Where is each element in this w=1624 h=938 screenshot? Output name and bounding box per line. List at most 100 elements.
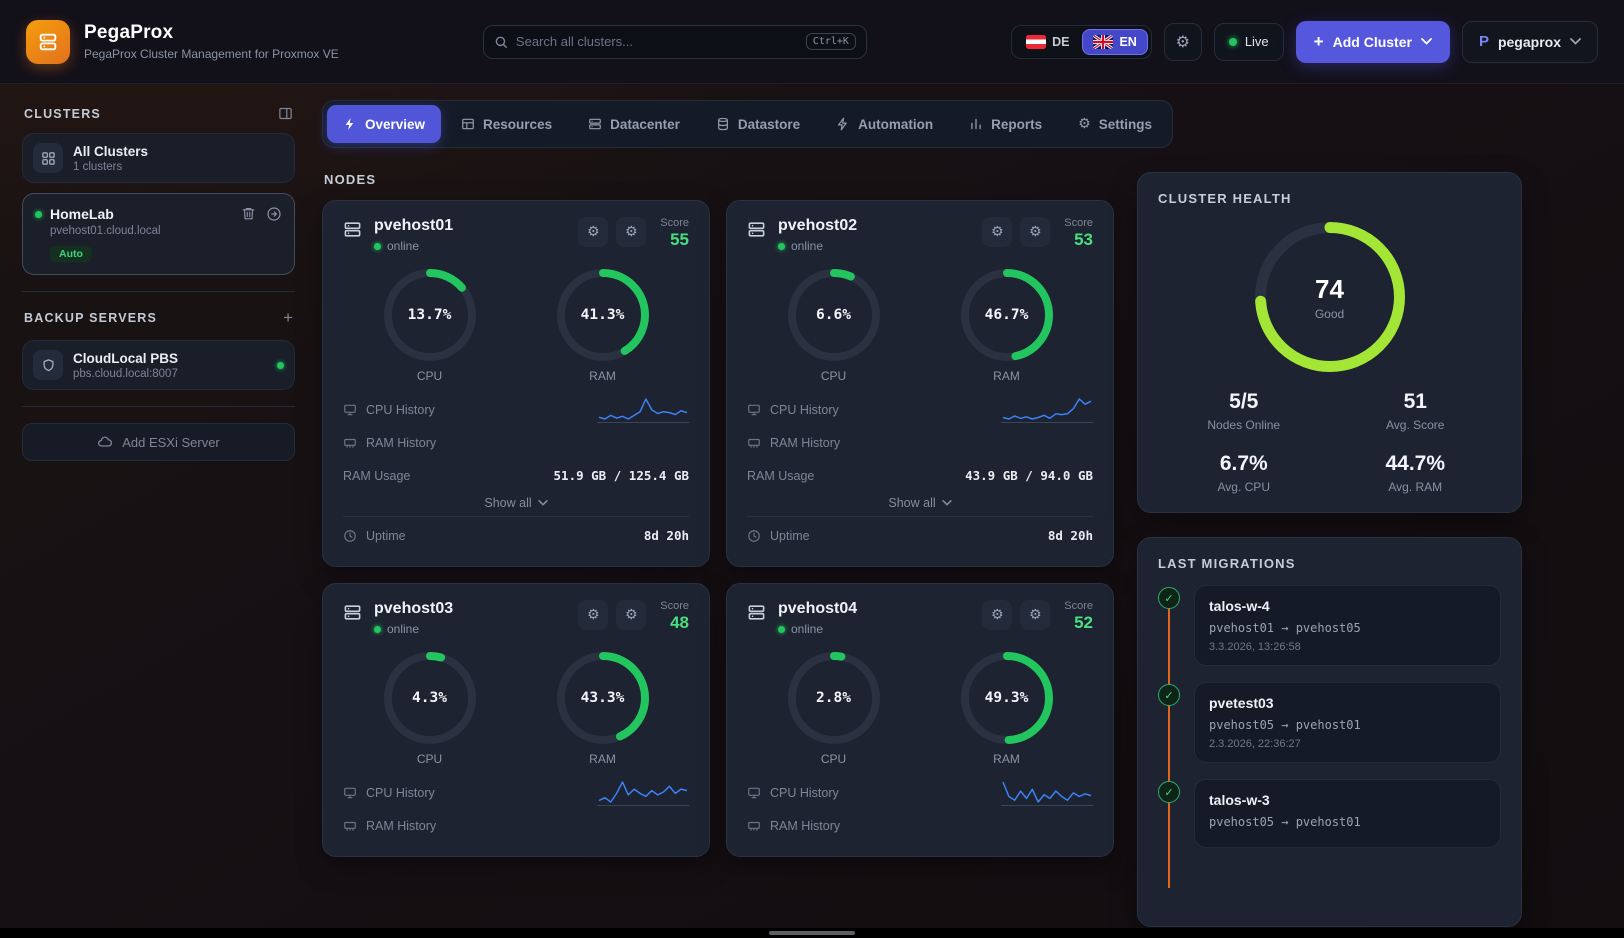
server-icon <box>747 220 766 239</box>
gear-icon: ⚙ <box>1078 117 1091 131</box>
ram-usage-label: RAM Usage <box>747 469 814 483</box>
tab-datastore[interactable]: Datastore <box>700 105 816 143</box>
header-settings-button[interactable]: ⚙ <box>1164 23 1202 61</box>
main-tabs: Overview Resources Datacenter Datastore … <box>322 100 1173 148</box>
memory-icon <box>343 436 357 450</box>
user-menu-button[interactable]: P pegaprox <box>1462 21 1598 63</box>
brand: PegaProx PegaProx Cluster Management for… <box>26 20 339 64</box>
nodes-section-title: NODES <box>324 172 1114 187</box>
sidebar-item-all-clusters[interactable]: All Clusters 1 clusters <box>22 133 295 183</box>
uptime-value: 8d 20h <box>644 528 689 543</box>
stat-label: Avg. RAM <box>1330 480 1502 494</box>
cluster-health-card: CLUSTER HEALTH 74 Good 5/5Nodes Online 5… <box>1137 172 1522 513</box>
arrow-circle-right-icon <box>266 206 282 222</box>
check-circle-icon: ✓ <box>1158 781 1180 803</box>
tab-reports[interactable]: Reports <box>953 105 1058 143</box>
node-card-pvehost04: pvehost04 online ⚙ ⚙ Score 52 <box>726 583 1114 857</box>
score-label: Score <box>660 217 689 229</box>
lightning-icon <box>836 117 850 131</box>
gear-icon: ⚙ <box>1029 225 1042 239</box>
all-clusters-title: All Clusters <box>73 144 148 159</box>
lang-de-button[interactable]: DE <box>1015 29 1080 55</box>
health-score: 74 <box>1315 274 1344 305</box>
delete-cluster-button[interactable] <box>241 206 256 222</box>
cpu-history-label: CPU History <box>366 786 435 800</box>
uptime-value: 8d 20h <box>1048 528 1093 543</box>
app-subtitle: PegaProx Cluster Management for Proxmox … <box>84 47 339 61</box>
backup-name: CloudLocal PBS <box>73 351 178 366</box>
stat-label: Nodes Online <box>1158 418 1330 432</box>
show-all-toggle[interactable]: Show all <box>888 496 951 510</box>
cpu-gauge-label: CPU <box>788 752 880 766</box>
monitor-icon <box>343 786 357 800</box>
tab-overview[interactable]: Overview <box>327 105 441 143</box>
bottom-strip <box>0 928 1624 938</box>
add-backup-server-button[interactable]: + <box>283 308 293 328</box>
sidebar-item-cluster-homelab[interactable]: HomeLab pvehost01.cloud.local Auto <box>22 193 295 275</box>
cpu-gauge-label: CPU <box>384 369 476 383</box>
add-cluster-button[interactable]: + Add Cluster <box>1296 21 1450 63</box>
gear-icon: ⚙ <box>587 608 600 622</box>
node-settings-button[interactable]: ⚙ <box>982 217 1012 247</box>
migration-vm-name: pvetest03 <box>1209 695 1486 711</box>
app-title: PegaProx <box>84 22 339 44</box>
cloud-icon <box>97 434 113 450</box>
global-search[interactable]: Ctrl+K <box>483 25 867 59</box>
database-icon <box>716 117 730 131</box>
cpu-gauge-value: 6.6% <box>788 269 880 361</box>
node-config-button[interactable]: ⚙ <box>1020 600 1050 630</box>
tab-resources[interactable]: Resources <box>445 105 568 143</box>
node-card-pvehost03: pvehost03 online ⚙ ⚙ Score 48 <box>322 583 710 857</box>
migrations-title: LAST MIGRATIONS <box>1158 556 1501 571</box>
cpu-gauge: 13.7% <box>384 269 476 361</box>
search-input[interactable] <box>516 34 798 49</box>
stat-label: Avg. Score <box>1330 418 1502 432</box>
score-value: 55 <box>660 230 689 250</box>
ram-gauge-label: RAM <box>961 752 1053 766</box>
score-value: 48 <box>660 613 689 633</box>
lang-de-label: DE <box>1052 35 1069 49</box>
drag-handle[interactable] <box>769 931 855 935</box>
migration-route: pvehost05 → pvehost01 <box>1209 718 1486 732</box>
node-config-button[interactable]: ⚙ <box>616 600 646 630</box>
online-dot <box>778 243 785 250</box>
tab-automation[interactable]: Automation <box>820 105 949 143</box>
online-dot <box>374 626 381 633</box>
add-esxi-label: Add ESXi Server <box>122 435 220 450</box>
ram-usage-value: 51.9 GB / 125.4 GB <box>554 468 689 483</box>
ram-gauge-value: 41.3% <box>557 269 649 361</box>
divider <box>343 516 689 517</box>
node-config-button[interactable]: ⚙ <box>1020 217 1050 247</box>
add-cluster-label: Add Cluster <box>1333 34 1412 50</box>
migration-item: ✓ talos-w-4 pvehost01 → pvehost05 3.3.20… <box>1158 585 1501 666</box>
server-icon <box>747 603 766 622</box>
sidebar-item-backup-pbs[interactable]: CloudLocal PBS pbs.cloud.local:8007 <box>22 340 295 390</box>
node-settings-button[interactable]: ⚙ <box>982 600 1012 630</box>
collapse-panel-button[interactable] <box>278 106 293 121</box>
live-indicator[interactable]: Live <box>1214 23 1284 61</box>
node-config-button[interactable]: ⚙ <box>616 217 646 247</box>
backup-host: pbs.cloud.local:8007 <box>73 368 178 380</box>
open-cluster-button[interactable] <box>266 206 282 222</box>
tab-datacenter[interactable]: Datacenter <box>572 105 696 143</box>
node-settings-button[interactable]: ⚙ <box>578 600 608 630</box>
uptime-label: Uptime <box>770 529 810 543</box>
stat-label: Avg. CPU <box>1158 480 1330 494</box>
uptime-label: Uptime <box>366 529 406 543</box>
memory-icon <box>747 819 761 833</box>
tab-settings[interactable]: ⚙ Settings <box>1062 105 1168 143</box>
add-esxi-server-button[interactable]: Add ESXi Server <box>22 423 295 461</box>
migration-vm-name: talos-w-4 <box>1209 598 1486 614</box>
node-card-pvehost02: pvehost02 online ⚙ ⚙ Score 53 <box>726 200 1114 567</box>
node-settings-button[interactable]: ⚙ <box>578 217 608 247</box>
backup-section-title: BACKUP SERVERS <box>24 311 157 325</box>
health-status: Good <box>1315 307 1344 321</box>
cpu-sparkline <box>1001 780 1093 806</box>
show-all-toggle[interactable]: Show all <box>484 496 547 510</box>
search-shortcut-hint: Ctrl+K <box>806 33 856 50</box>
cpu-history-label: CPU History <box>366 403 435 417</box>
migration-route: pvehost01 → pvehost05 <box>1209 621 1486 635</box>
shield-icon <box>33 350 63 380</box>
lang-en-button[interactable]: EN <box>1082 29 1147 55</box>
cluster-host: pvehost01.cloud.local <box>50 225 161 237</box>
